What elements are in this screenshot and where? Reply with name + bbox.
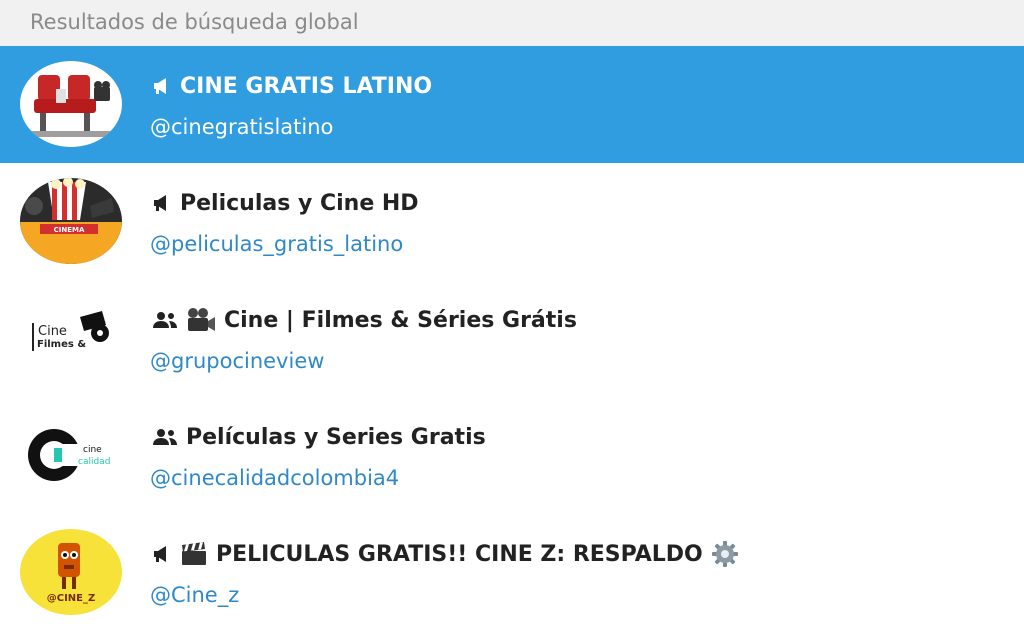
- result-title: Peliculas y Cine HD: [180, 190, 419, 216]
- result-row[interactable]: Cine Filmes & Cine | Filmes & Séries Grá…: [0, 280, 1024, 397]
- result-handle: @peliculas_gratis_latino: [150, 232, 404, 256]
- result-row[interactable]: cine calidad Películas y Series Gratis @…: [0, 397, 1024, 514]
- result-handle: @cinecalidadcolombia4: [150, 466, 400, 490]
- clapperboard-icon: [180, 542, 208, 566]
- result-row[interactable]: @CINE_Z PELICULAS GRATIS!! CINE Z: RESPA…: [0, 514, 1024, 631]
- result-title: CINE GRATIS LATINO: [180, 73, 433, 99]
- avatar-label: cine: [83, 445, 102, 455]
- avatar-label: @CINE_Z: [47, 593, 96, 604]
- avatar: @CINE_Z: [20, 529, 122, 615]
- group-icon: [152, 428, 178, 446]
- result-handle: @grupocineview: [150, 349, 325, 373]
- movie-camera-icon: [186, 307, 216, 333]
- result-title-line: CINE GRATIS LATINO: [152, 70, 432, 102]
- avatar-label: CINEMA: [54, 226, 85, 234]
- gear-icon: [711, 540, 739, 568]
- results-list: CINE GRATIS LATINO @cinegratislatino CIN…: [0, 46, 1024, 631]
- result-title-line: Peliculas y Cine HD: [152, 187, 419, 219]
- megaphone-icon: [152, 77, 172, 95]
- group-icon: [152, 311, 178, 329]
- avatar-label: Filmes &: [37, 339, 86, 350]
- header-title: Resultados de búsqueda global: [30, 10, 359, 34]
- result-row[interactable]: CINEMA Peliculas y Cine HD @peliculas_gr…: [0, 163, 1024, 280]
- avatar-label: Cine: [38, 324, 67, 339]
- result-title: Películas y Series Gratis: [186, 424, 486, 450]
- result-title-line: Películas y Series Gratis: [152, 421, 486, 453]
- result-handle: @Cine_z: [150, 583, 240, 607]
- result-title: Cine | Filmes & Séries Grátis: [224, 307, 577, 333]
- result-handle: @cinegratislatino: [150, 115, 334, 139]
- result-title-line: PELICULAS GRATIS!! CINE Z: RESPALDO: [152, 538, 739, 570]
- megaphone-icon: [152, 545, 172, 563]
- avatar: [20, 61, 122, 147]
- avatar: Cine Filmes &: [20, 295, 122, 381]
- result-row[interactable]: CINE GRATIS LATINO @cinegratislatino: [0, 46, 1024, 163]
- avatar-label: calidad: [78, 457, 110, 467]
- result-title: PELICULAS GRATIS!! CINE Z: RESPALDO: [216, 541, 703, 567]
- avatar: cine calidad: [20, 412, 122, 498]
- megaphone-icon: [152, 194, 172, 212]
- search-results-header: Resultados de búsqueda global: [0, 0, 1024, 46]
- avatar: CINEMA: [20, 178, 122, 264]
- result-title-line: Cine | Filmes & Séries Grátis: [152, 304, 577, 336]
